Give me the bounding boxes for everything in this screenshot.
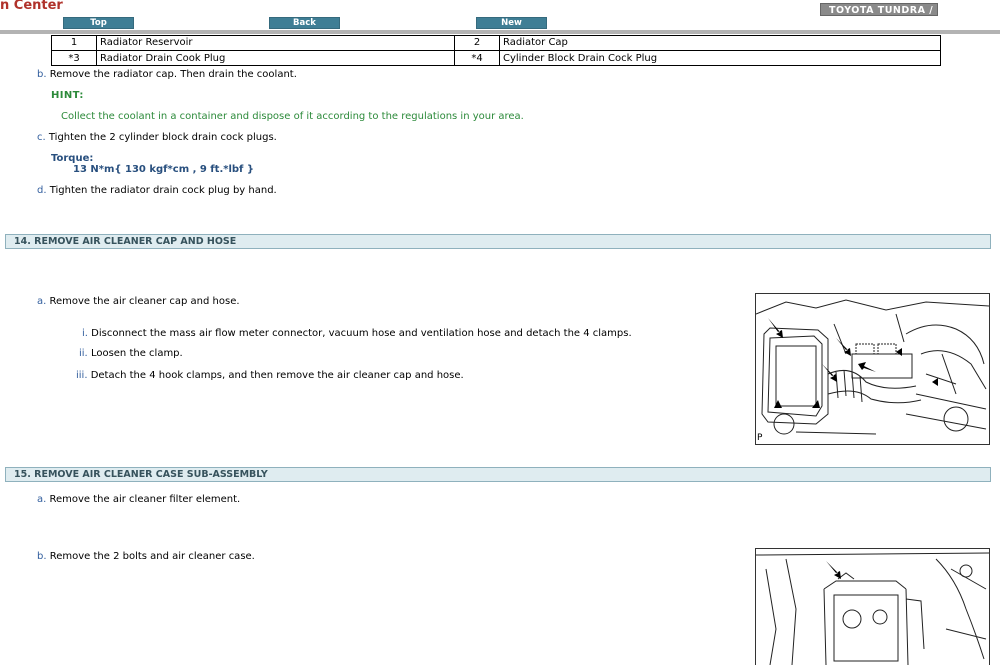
substep-ii: ii. Loosen the clamp. bbox=[79, 348, 183, 359]
step-b-drain: b. Remove the radiator cap. Then drain t… bbox=[37, 69, 297, 80]
vehicle-model-label: TOYOTA TUNDRA / bbox=[820, 3, 938, 16]
parts-table: 1 Radiator Reservoir 2 Radiator Cap *3 R… bbox=[51, 35, 941, 66]
top-button[interactable]: Top bbox=[63, 17, 134, 29]
engine-bay-drawing bbox=[756, 299, 989, 435]
section-heading-14: 14. REMOVE AIR CLEANER CAP AND HOSE bbox=[5, 234, 991, 249]
torque-label: Torque: bbox=[51, 153, 94, 164]
step-a-remove-filter: a. Remove the air cleaner filter element… bbox=[37, 494, 241, 505]
substep-i: i. Disconnect the mass air flow meter co… bbox=[82, 328, 632, 339]
air-cleaner-case-illustration bbox=[755, 548, 990, 665]
engine-bay-drawing-2 bbox=[756, 552, 989, 665]
new-button[interactable]: New bbox=[476, 17, 547, 29]
step-d-tighten: d. Tighten the radiator drain cock plug … bbox=[37, 185, 277, 196]
header-divider bbox=[0, 30, 1000, 34]
step-c-tighten: c. Tighten the 2 cylinder block drain co… bbox=[37, 132, 277, 143]
substep-iii: iii. Detach the 4 hook clamps, and then … bbox=[76, 370, 464, 381]
table-row: *3 Radiator Drain Cook Plug *4 Cylinder … bbox=[51, 50, 941, 66]
back-button[interactable]: Back bbox=[269, 17, 340, 29]
figure-tag: P bbox=[757, 433, 763, 443]
hint-text: Collect the coolant in a container and d… bbox=[61, 111, 524, 122]
hint-label: HINT: bbox=[51, 90, 84, 101]
step-a-remove-cap: a. Remove the air cleaner cap and hose. bbox=[37, 296, 240, 307]
table-row: 1 Radiator Reservoir 2 Radiator Cap bbox=[51, 35, 941, 51]
site-title: n Center bbox=[0, 0, 63, 13]
torque-value: 13 N*m{ 130 kgf*cm , 9 ft.*lbf } bbox=[73, 164, 255, 175]
air-cleaner-cap-illustration: P bbox=[755, 293, 990, 445]
section-heading-15: 15. REMOVE AIR CLEANER CASE SUB-ASSEMBLY bbox=[5, 467, 991, 482]
step-b-remove-case: b. Remove the 2 bolts and air cleaner ca… bbox=[37, 551, 255, 562]
